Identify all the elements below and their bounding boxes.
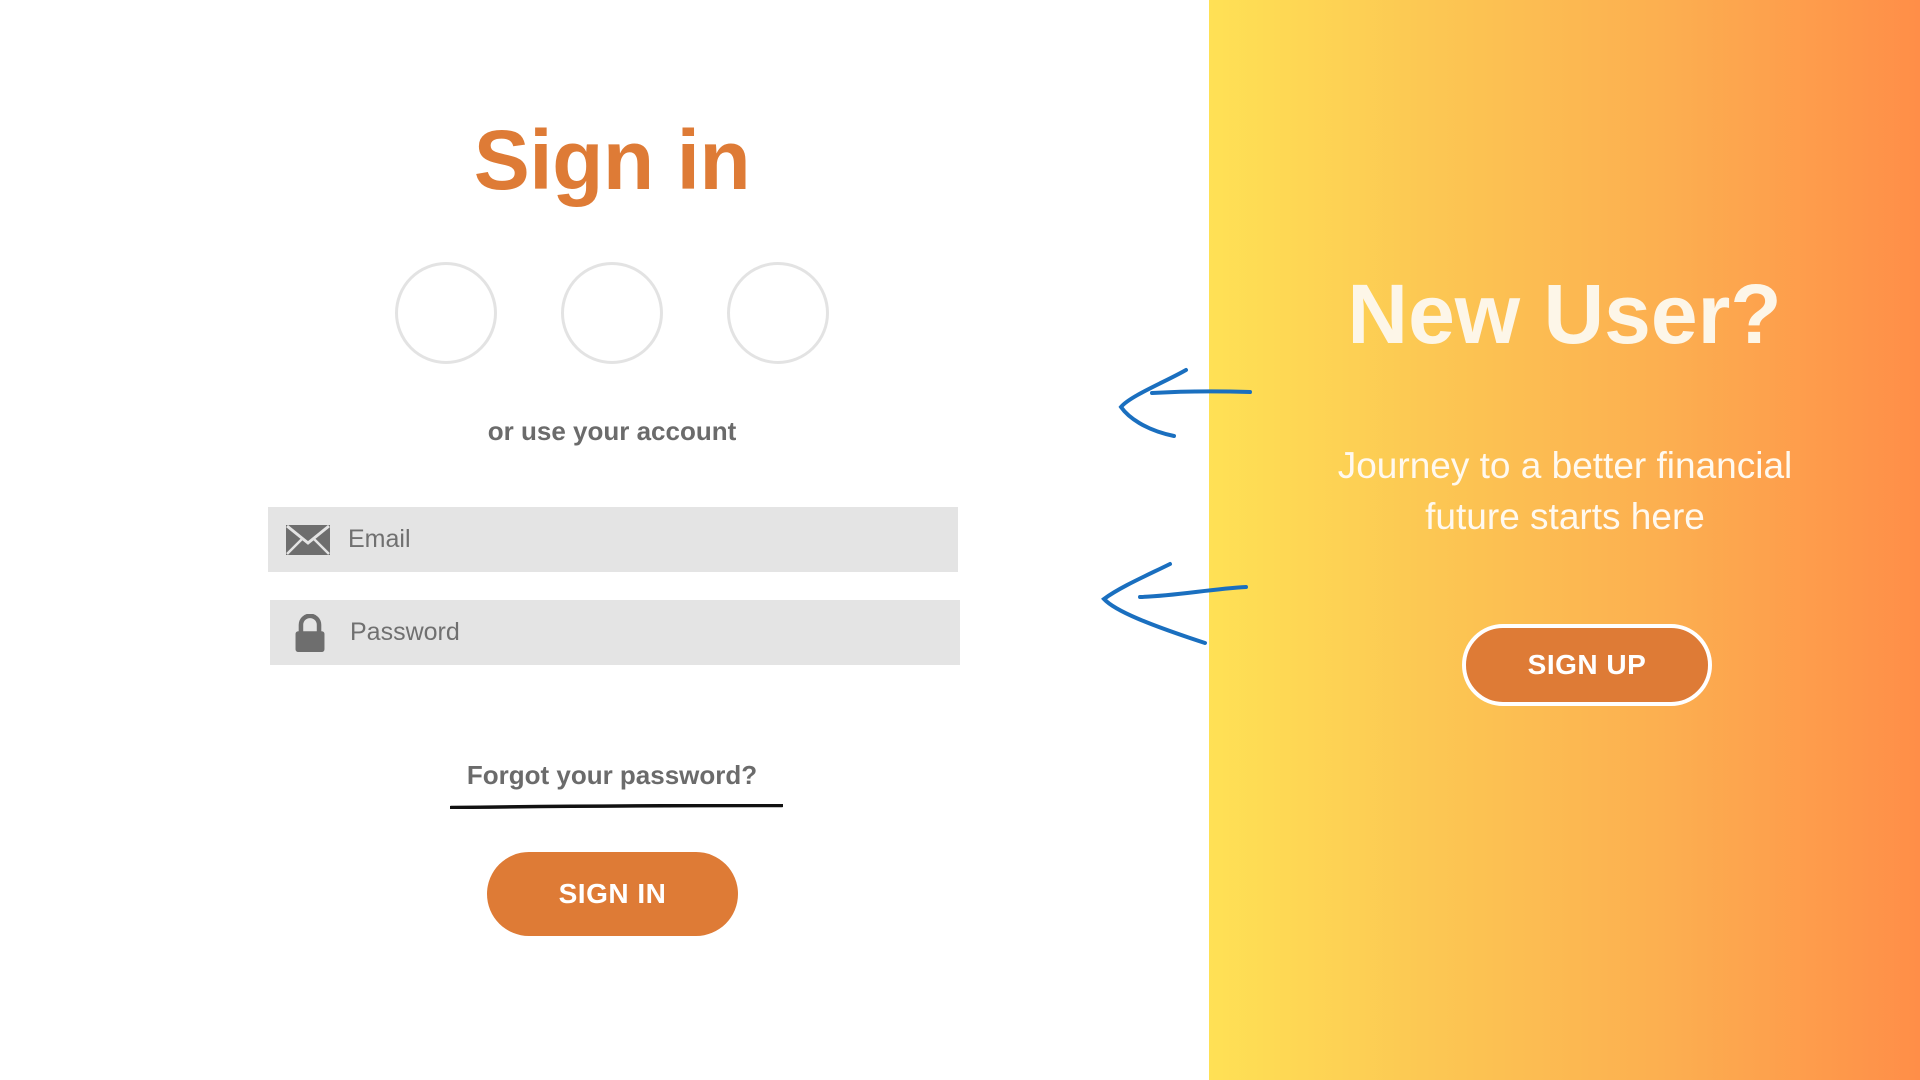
annotation-arrow-1 [1118, 368, 1252, 438]
signin-button[interactable]: SIGN IN [487, 852, 738, 936]
signup-button[interactable]: SIGN UP [1462, 624, 1712, 706]
signin-subtitle: or use your account [487, 416, 737, 446]
annotation-arrow-2 [1101, 562, 1248, 645]
signup-tagline-line-1: Journey to a better financial [1337, 445, 1793, 486]
social-login-button-3[interactable] [727, 262, 829, 364]
signin-title: Sign in [473, 113, 751, 207]
email-input[interactable] [348, 507, 938, 572]
signup-tagline-line-2: future starts here [1425, 496, 1705, 537]
email-field[interactable] [268, 507, 958, 572]
envelope-icon [286, 524, 330, 555]
lock-icon [295, 614, 325, 652]
password-field[interactable] [270, 600, 960, 665]
forgot-underline [450, 804, 783, 809]
password-input[interactable] [350, 600, 940, 665]
social-login-button-2[interactable] [561, 262, 663, 364]
social-login-button-1[interactable] [395, 262, 497, 364]
signup-tagline: Journey to a better financial future sta… [1280, 440, 1850, 542]
new-user-title: New User? [1347, 267, 1782, 361]
forgot-password-link[interactable]: Forgot your password? [0, 760, 1224, 791]
